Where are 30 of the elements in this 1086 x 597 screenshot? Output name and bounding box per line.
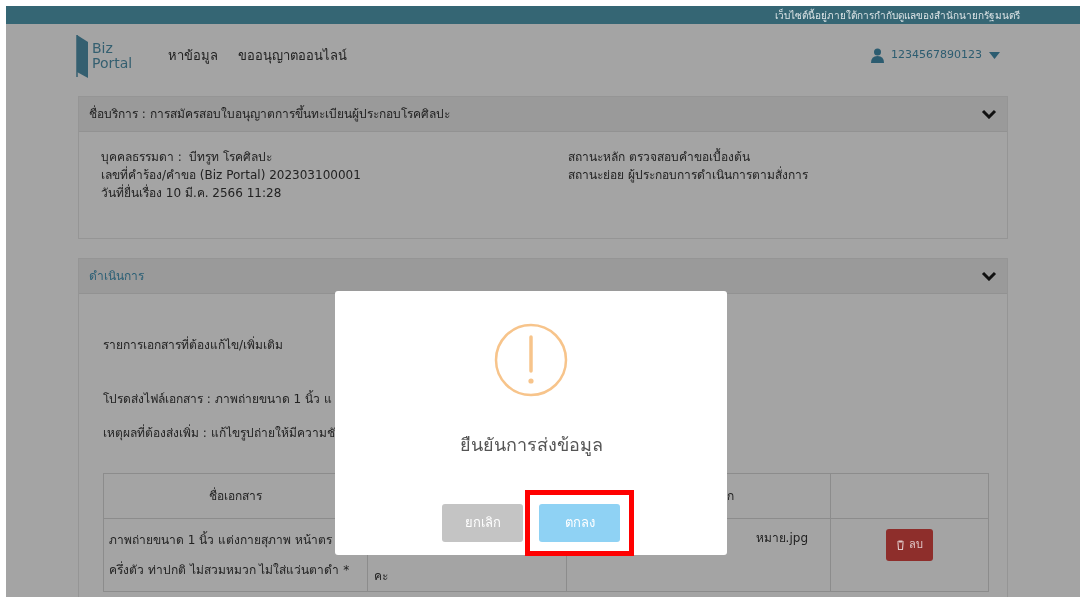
logo-icon <box>76 33 90 78</box>
card-title: ชื่อบริการ : การสมัครสอบใบอนุญาตการขึ้นทะเบียนผู้ประกอบโรคศิลปะ <box>89 105 450 123</box>
chevron-icon[interactable] <box>981 271 997 281</box>
table-cell: คะ <box>374 569 388 583</box>
delete-button[interactable]: ลบ <box>886 529 933 561</box>
warning-icon <box>494 323 568 397</box>
site-notice: เว็บไซต์นี้อยู่ภายใต้การกำกับดูแลของสำนักนายกรัฐมนตรี <box>775 7 1020 23</box>
caret-icon[interactable] <box>989 52 1000 59</box>
confirm-button[interactable]: ตกลง <box>539 504 620 542</box>
table-cell-text: ครึ่งตัว ท่าปกติ ไม่สวมหมวก ไม่ใส่แว่นตาดำ * <box>109 560 351 579</box>
table-cell-text: ภาพถ่ายขนาด 1 นิ้ว แต่งกายสุภาพ หน้าตร <box>109 530 333 550</box>
status-text: สถานะหลัก ตรวจสอบคำขอเบื้องต้น <box>568 148 751 166</box>
logo[interactable]: Biz Portal <box>76 33 133 78</box>
trash-icon <box>896 540 905 550</box>
cancel-button[interactable]: ยกเลิก <box>442 504 523 542</box>
user-id[interactable]: 1234567890123 <box>891 47 982 64</box>
table-cell: หมาย.jpg <box>755 531 808 545</box>
info-text: บุคคลธรรมดา : บีทรูท โรคศิลปะ <box>101 149 274 166</box>
nav-link[interactable]: หาข้อมูล <box>168 45 219 66</box>
chevron-icon[interactable] <box>981 109 997 119</box>
user-icon <box>871 48 884 63</box>
info-text: เหตุผลที่ต้องส่งเพิ่ม : แก้ไขรูปถ่ายให้มีความชั <box>103 424 336 442</box>
status-text: สถานะย่อย ผู้ประกอบการดำเนินการตามสั่งการ <box>568 166 808 184</box>
info-text: เลขที่คำร้อง/คำขอ (Biz Portal) 202303100001 <box>101 166 362 184</box>
card-title: ดำเนินการ <box>89 268 144 285</box>
dialog-message: ยืนยันการส่งข้อมูล <box>459 433 603 458</box>
info-text: วันที่ยื่นเรื่อง 10 มี.ค. 2566 11:28 <box>101 184 283 202</box>
nav-link[interactable]: ขออนุญาตออนไลน์ <box>238 45 348 66</box>
info-text: โปรดส่งไฟล์เอกสาร : ภาพถ่ายขนาด 1 นิ้ว แ <box>103 390 333 408</box>
section-heading: รายการเอกสารที่ต้องแก้ไข/เพิ่มเติม <box>103 336 285 354</box>
